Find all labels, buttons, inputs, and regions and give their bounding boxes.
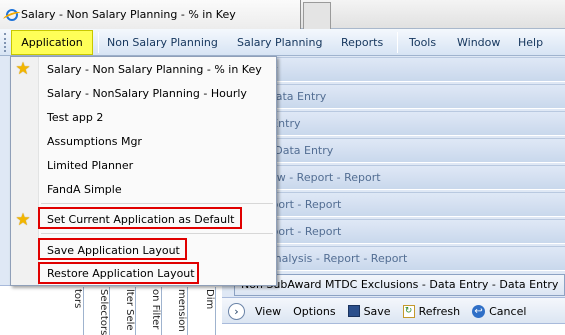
- app-item[interactable]: Limited Planner: [47, 159, 133, 172]
- window-toolbar: › View Options Save ↻ Refresh ↩ Cancel: [222, 297, 565, 324]
- app-item[interactable]: Salary - NonSalary Planning - Hourly: [47, 87, 247, 100]
- window-row[interactable]: - Data Entry: [234, 111, 565, 136]
- save-label: Save: [363, 304, 391, 318]
- menu-divider: [41, 203, 273, 204]
- application-dropdown: ★ Salary - Non Salary Planning - % in Ke…: [10, 56, 277, 286]
- save-icon: [347, 305, 360, 317]
- selector-panel: [0, 285, 222, 335]
- refresh-button[interactable]: ↻ Refresh: [397, 304, 467, 318]
- window-row[interactable]: ntry - Data Entry: [234, 84, 565, 109]
- column-header: on Filter: [142, 287, 162, 335]
- column-header: tors: [64, 287, 84, 335]
- window-row[interactable]: ta Entry: [234, 57, 565, 82]
- menu-gutter: [11, 57, 39, 285]
- column-header: lter Sele: [116, 287, 136, 335]
- callout-highlight: [38, 262, 199, 284]
- active-window-title-text: Non SubAward MTDC Exclusions - Data Entr…: [241, 278, 559, 291]
- view-menu[interactable]: View: [249, 305, 287, 318]
- window-row[interactable]: ecast Analysis - Report - Report: [234, 246, 565, 271]
- column-header: mension: [168, 287, 188, 335]
- menu-reports[interactable]: Reports: [333, 29, 391, 56]
- collapse-icon[interactable]: ›: [228, 302, 245, 320]
- options-menu[interactable]: Options: [287, 305, 341, 318]
- menu-application[interactable]: Application: [11, 30, 93, 55]
- callout-highlight: [38, 207, 242, 229]
- column-header: Selectors: [90, 287, 110, 335]
- data-grid[interactable]: [222, 323, 565, 335]
- menu-tools[interactable]: Tools: [401, 29, 444, 56]
- new-tab-button[interactable]: [303, 2, 331, 29]
- refresh-label: Refresh: [418, 304, 461, 318]
- ie-icon: [6, 8, 18, 21]
- menu-help[interactable]: Help: [510, 29, 551, 56]
- window-row[interactable]: Entry - Data Entry: [234, 138, 565, 163]
- app-item[interactable]: FandA Simple: [47, 183, 122, 196]
- browser-tab-title: Salary - Non Salary Planning - % in Key: [21, 8, 236, 21]
- star-icon: ★: [15, 59, 31, 79]
- column-header: Dim: [196, 287, 216, 335]
- app-item[interactable]: Assumptions Mgr: [47, 135, 142, 148]
- browser-tab[interactable]: Salary - Non Salary Planning - % in Key: [0, 0, 301, 29]
- app-item[interactable]: Salary - Non Salary Planning - % in Key: [47, 63, 262, 76]
- active-window-title[interactable]: Non SubAward MTDC Exclusions - Data Entr…: [234, 274, 565, 296]
- window-row[interactable]: ual - New - Report - Report: [234, 165, 565, 190]
- menu-divider: [41, 233, 273, 234]
- menu-separator: [397, 32, 398, 53]
- menu-window[interactable]: Window: [449, 29, 508, 56]
- menu-non-salary-planning[interactable]: Non Salary Planning: [99, 29, 226, 56]
- cancel-icon: ↩: [472, 304, 486, 318]
- callout-highlight: [38, 238, 187, 260]
- refresh-icon: ↻: [402, 304, 415, 318]
- window-row[interactable]: es - Report - Report: [234, 219, 565, 244]
- cancel-button[interactable]: ↩ Cancel: [466, 304, 532, 318]
- menu-salary-planning[interactable]: Salary Planning: [229, 29, 330, 56]
- toolbar-grip[interactable]: [4, 33, 8, 52]
- cancel-label: Cancel: [489, 304, 527, 318]
- star-icon: ★: [15, 210, 31, 230]
- save-button[interactable]: Save: [342, 305, 397, 318]
- window-row[interactable]: es - Report - Report: [234, 192, 565, 217]
- app-item[interactable]: Test app 2: [47, 111, 103, 124]
